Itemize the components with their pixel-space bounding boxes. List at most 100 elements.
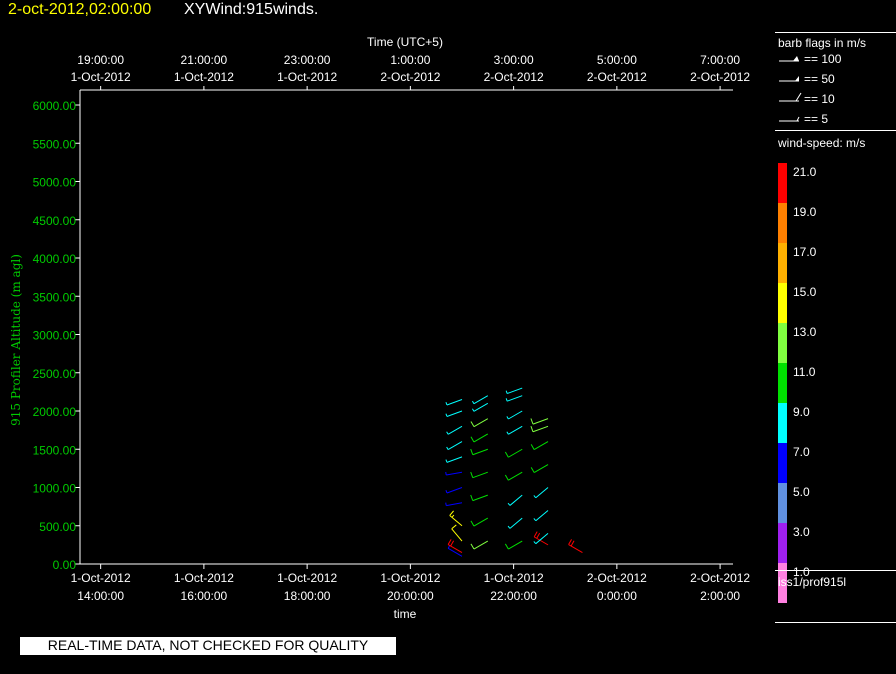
wind-barb (446, 441, 463, 451)
colorbar-label: 11.0 (793, 365, 816, 379)
colorbar-swatch (778, 243, 787, 283)
wind-barb (445, 471, 463, 476)
colorbar-swatch (778, 483, 787, 523)
top-tick-time: 19:00:00 (77, 53, 124, 67)
colorbar-swatch (778, 203, 787, 243)
wind-barb (445, 399, 463, 406)
barb-legend-title: barb flags in m/s (778, 36, 867, 50)
header-date-time: 2-oct-2012,02:00:00 (8, 1, 152, 18)
wind-barb (447, 539, 463, 553)
top-tick-date: 1-Oct-2012 (174, 70, 234, 84)
legend-divider (775, 622, 896, 623)
wind-barb (504, 471, 523, 481)
x-tick-date: 2-Oct-2012 (587, 571, 647, 585)
wind-barb (449, 510, 463, 527)
legend-divider (775, 570, 896, 571)
wind-barb (530, 464, 549, 473)
header-product: XYWind:915winds. (184, 1, 319, 18)
barb-legend-10: == 10 (779, 92, 835, 106)
wind-barb (568, 539, 583, 553)
barb-legend-10-label: == 10 (804, 92, 835, 106)
wind-barb (506, 425, 523, 435)
top-tick-date: 2-Oct-2012 (587, 70, 647, 84)
colorbar-label: 9.0 (793, 405, 810, 419)
x-tick-time: 0:00:00 (597, 589, 637, 603)
colorbar-label: 5.0 (793, 485, 810, 499)
barb-legend-100: == 100 (779, 52, 842, 66)
wind-barb (446, 425, 463, 435)
y-tick-label: 4500.00 (33, 214, 77, 228)
y-axis-label: 915 Profiler Altitude (m agl) (9, 254, 23, 426)
top-tick-time: 7:00:00 (700, 53, 740, 67)
wind-barb (445, 502, 463, 507)
wind-barb (505, 387, 523, 394)
top-tick-date: 1-Oct-2012 (277, 70, 337, 84)
y-tick-label: 4000.00 (33, 252, 77, 266)
wind-barb (445, 487, 463, 494)
x-tick-date: 1-Oct-2012 (277, 571, 337, 585)
wind-barb (507, 517, 523, 529)
x-tick-time: 20:00:00 (387, 589, 434, 603)
wind-barb (470, 517, 489, 527)
y-tick-label: 5500.00 (33, 137, 77, 151)
colorbar-label: 3.0 (793, 525, 810, 539)
wind-barb (445, 410, 463, 417)
wind-barb (506, 410, 523, 420)
x-tick-date: 2-Oct-2012 (690, 571, 750, 585)
wind-profile-chart: 0.00 500.00 1000.00 1500.00 2000.00 2500.00 30… (9, 35, 750, 621)
x-axis-label: time (394, 607, 417, 621)
colorbar-swatch (778, 443, 787, 483)
source-label: iss1/prof915l (778, 575, 847, 589)
wind-barb (530, 418, 549, 425)
wind-barb (470, 418, 489, 428)
colorbar-swatch (778, 363, 787, 403)
top-tick-time: 1:00:00 (390, 53, 430, 67)
barb-legend-5: == 5 (779, 112, 828, 126)
y-tick-label: 2500.00 (33, 367, 77, 381)
x-tick-date: 1-Oct-2012 (484, 571, 544, 585)
y-tick-label: 2000.00 (33, 405, 77, 419)
top-tick-date: 1-Oct-2012 (71, 70, 131, 84)
colorbar-swatch (778, 163, 787, 203)
top-tick-date: 2-Oct-2012 (690, 70, 750, 84)
x-tick-date: 1-Oct-2012 (174, 571, 234, 585)
y-tick-label: 500.00 (39, 520, 76, 534)
speed-legend-title: wind-speed: m/s (778, 136, 866, 150)
colorbar-label: 19.0 (793, 205, 817, 219)
y-tick-label: 3500.00 (33, 290, 77, 304)
wind-barb (504, 448, 523, 458)
wind-barb (505, 395, 523, 402)
wind-barb (470, 540, 489, 550)
wind-barb (445, 456, 463, 463)
wind-barb (472, 395, 489, 405)
top-axis-label: Time (UTC+5) (367, 35, 443, 49)
colorbar-label: 17.0 (793, 245, 817, 259)
barb-legend-entries: == 100 == 50 == 10 == 5 (779, 52, 842, 126)
wind-barb (470, 433, 489, 443)
wind-barb (470, 448, 488, 456)
wind-barb (472, 402, 489, 412)
colorbar-label: 21.0 (793, 165, 817, 179)
y-tick-label: 3000.00 (33, 329, 77, 343)
top-tick-date: 2-Oct-2012 (380, 70, 440, 84)
legend-divider (775, 130, 896, 131)
barb-legend-50-label: == 50 (804, 72, 835, 86)
colorbar-label: 13.0 (793, 325, 817, 339)
x-tick-time: 18:00:00 (284, 589, 331, 603)
wind-barb (533, 533, 549, 545)
barb-legend-5-label: == 5 (804, 112, 828, 126)
wind-barb (533, 487, 549, 499)
y-tick-label: 6000.00 (33, 99, 77, 113)
colorbar-swatch (778, 283, 787, 323)
barb-legend-50: == 50 (779, 72, 835, 86)
y-tick-label: 1500.00 (33, 443, 77, 457)
y-tick-label: 5000.00 (33, 176, 77, 190)
wind-barb (530, 425, 549, 433)
speed-colorbar: 21.019.017.015.013.011.09.07.05.03.01.0 (778, 163, 817, 603)
x-tick-date: 1-Oct-2012 (380, 571, 440, 585)
x-tick-time: 22:00:00 (490, 589, 537, 603)
top-tick-date: 2-Oct-2012 (484, 70, 544, 84)
x-tick-time: 16:00:00 (181, 589, 228, 603)
x-tick-time: 14:00:00 (77, 589, 124, 603)
top-tick-time: 3:00:00 (494, 53, 534, 67)
